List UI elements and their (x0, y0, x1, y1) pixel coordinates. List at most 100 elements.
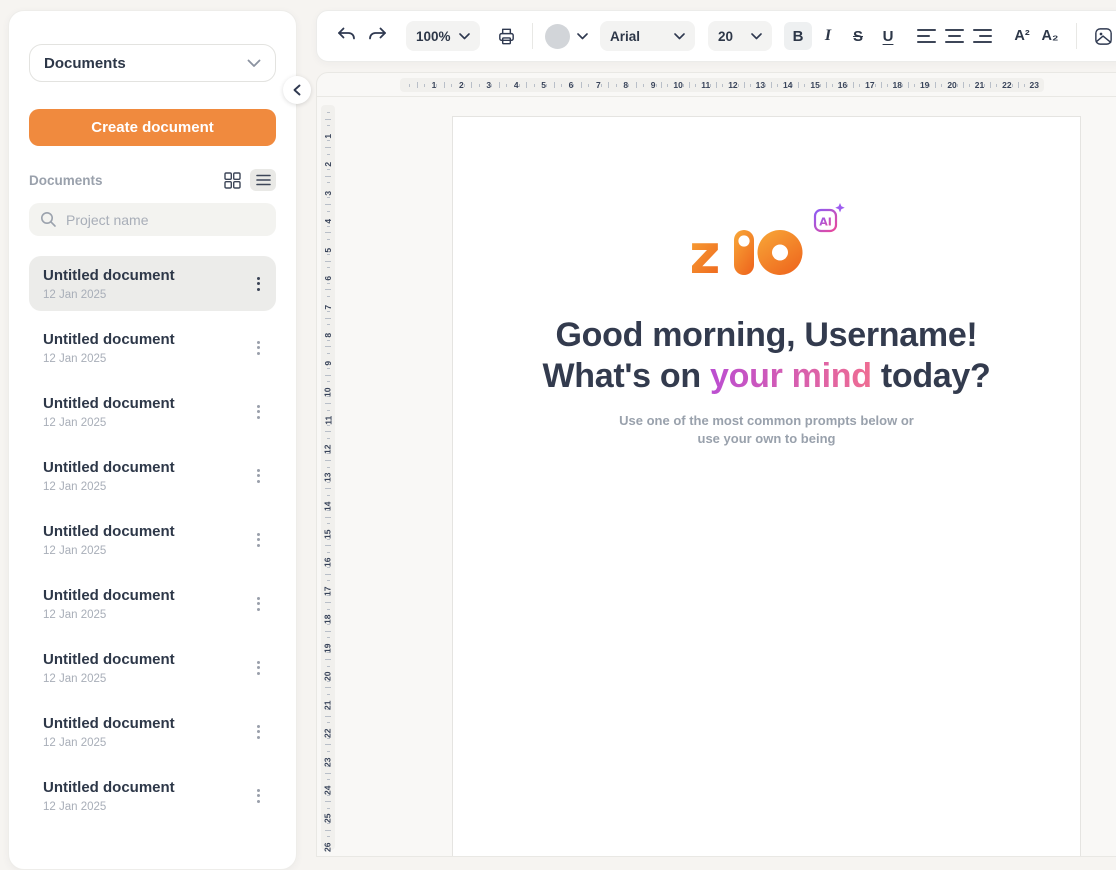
font-family-value: Arial (610, 29, 640, 44)
document-list-item[interactable]: Untitled document 12 Jan 2025 (29, 768, 276, 823)
kebab-menu-icon[interactable] (251, 591, 266, 617)
font-size-value: 20 (718, 29, 733, 44)
chevron-down-icon (459, 33, 470, 40)
font-family-select[interactable]: Arial (600, 21, 695, 51)
logo-block: z AI (692, 209, 842, 275)
strikethrough-button[interactable]: S (844, 22, 872, 50)
chevron-down-icon (247, 59, 261, 68)
image-icon (1093, 26, 1114, 47)
kebab-menu-icon[interactable] (251, 527, 266, 553)
formatting-toolbar: 100% Arial 20 B I S U (316, 10, 1116, 62)
view-toggles (219, 169, 276, 191)
document-list-item[interactable]: Untitled document 12 Jan 2025 (29, 704, 276, 759)
chevron-down-icon (751, 33, 762, 40)
greeting-highlight: your mind (710, 357, 872, 395)
create-document-button[interactable]: Create document (29, 109, 276, 146)
kebab-menu-icon[interactable] (251, 719, 266, 745)
ai-badge-label: AI (819, 216, 832, 229)
toolbar-divider (532, 23, 533, 49)
align-center-button[interactable] (940, 22, 968, 50)
grid-view-button[interactable] (219, 169, 245, 191)
document-date: 12 Jan 2025 (43, 673, 175, 685)
kebab-menu-icon[interactable] (251, 463, 266, 489)
document-date: 12 Jan 2025 (43, 353, 175, 365)
vertical-ruler[interactable]: 1234567891011121314151617181920212223242… (321, 105, 335, 850)
kebab-menu-icon[interactable] (251, 655, 266, 681)
align-right-button[interactable] (968, 22, 996, 50)
toolbar-divider (1076, 23, 1077, 49)
document-date: 12 Jan 2025 (43, 481, 175, 493)
search-box (29, 203, 276, 236)
document-list-item[interactable]: Untitled document 12 Jan 2025 (29, 384, 276, 439)
document-title: Untitled document (43, 267, 175, 285)
greeting-line1: Good morning, Username! (556, 316, 978, 354)
documents-list-header: Documents (29, 169, 276, 191)
document-date: 12 Jan 2025 (43, 737, 175, 749)
list-view-button[interactable] (250, 169, 276, 191)
zoom-value: 100% (416, 29, 451, 44)
chevron-left-icon (293, 84, 301, 96)
document-list-item[interactable]: Untitled document 12 Jan 2025 (29, 448, 276, 503)
editor-canvas: 1234567891011121314151617181920212223 12… (316, 72, 1116, 857)
greeting-line2-suffix: today? (881, 357, 991, 395)
redo-icon (367, 26, 389, 46)
svg-text:z: z (692, 223, 720, 275)
document-page[interactable]: z AI (452, 116, 1081, 857)
document-list-item[interactable]: Untitled document 12 Jan 2025 (29, 640, 276, 695)
kebab-menu-icon[interactable] (251, 783, 266, 809)
subtitle-line2: use your own to being (698, 431, 836, 446)
align-left-icon (917, 29, 936, 43)
workspace-selector-label: Documents (44, 55, 126, 72)
superscript-button[interactable]: A² (1008, 22, 1036, 50)
undo-button[interactable] (332, 22, 360, 50)
zoom-select[interactable]: 100% (406, 21, 480, 51)
document-title: Untitled document (43, 331, 175, 349)
document-title: Untitled document (43, 459, 175, 477)
horizontal-ruler[interactable]: 1234567891011121314151617181920212223 (400, 78, 1044, 92)
kebab-menu-icon[interactable] (251, 335, 266, 361)
document-list-item[interactable]: Untitled document 12 Jan 2025 (29, 256, 276, 311)
print-icon (496, 26, 517, 47)
document-date: 12 Jan 2025 (43, 609, 175, 621)
kebab-menu-icon[interactable] (251, 271, 266, 297)
document-title: Untitled document (43, 651, 175, 669)
ruler-row: 1234567891011121314151617181920212223 (317, 73, 1116, 97)
subscript-button[interactable]: A₂ (1036, 22, 1064, 50)
grid-view-icon (224, 172, 241, 189)
align-left-button[interactable] (912, 22, 940, 50)
color-swatch (545, 24, 570, 49)
document-list: Untitled document 12 Jan 2025 Untitled d… (29, 256, 276, 823)
collapse-sidebar-button[interactable] (283, 76, 311, 104)
underline-button[interactable]: U (874, 22, 902, 50)
document-list-item[interactable]: Untitled document 12 Jan 2025 (29, 576, 276, 631)
document-title: Untitled document (43, 523, 175, 541)
italic-button[interactable]: I (814, 22, 842, 50)
document-date: 12 Jan 2025 (43, 545, 175, 557)
font-size-select[interactable]: 20 (708, 21, 772, 51)
undo-icon (335, 26, 357, 46)
sidebar: Documents Create document Documents (8, 10, 297, 870)
bold-button[interactable]: B (784, 22, 812, 50)
text-color-select[interactable] (545, 24, 588, 49)
document-title: Untitled document (43, 715, 175, 733)
align-right-icon (973, 29, 992, 43)
document-list-item[interactable]: Untitled document 12 Jan 2025 (29, 512, 276, 567)
document-date: 12 Jan 2025 (43, 801, 175, 813)
document-date: 12 Jan 2025 (43, 289, 175, 301)
list-view-icon (256, 174, 271, 186)
align-center-icon (945, 29, 964, 43)
search-input[interactable] (66, 212, 265, 228)
insert-image-button[interactable] (1089, 22, 1116, 50)
greeting-subtitle: Use one of the most common prompts below… (453, 412, 1080, 448)
print-button[interactable] (492, 22, 520, 50)
documents-section-label: Documents (29, 173, 103, 188)
document-title: Untitled document (43, 587, 175, 605)
document-list-item[interactable]: Untitled document 12 Jan 2025 (29, 320, 276, 375)
redo-button[interactable] (364, 22, 392, 50)
chevron-down-icon (674, 33, 685, 40)
workspace-selector[interactable]: Documents (29, 44, 276, 82)
zio-logo: z (692, 221, 804, 275)
document-title: Untitled document (43, 779, 175, 797)
kebab-menu-icon[interactable] (251, 399, 266, 425)
chevron-down-icon (577, 33, 588, 40)
